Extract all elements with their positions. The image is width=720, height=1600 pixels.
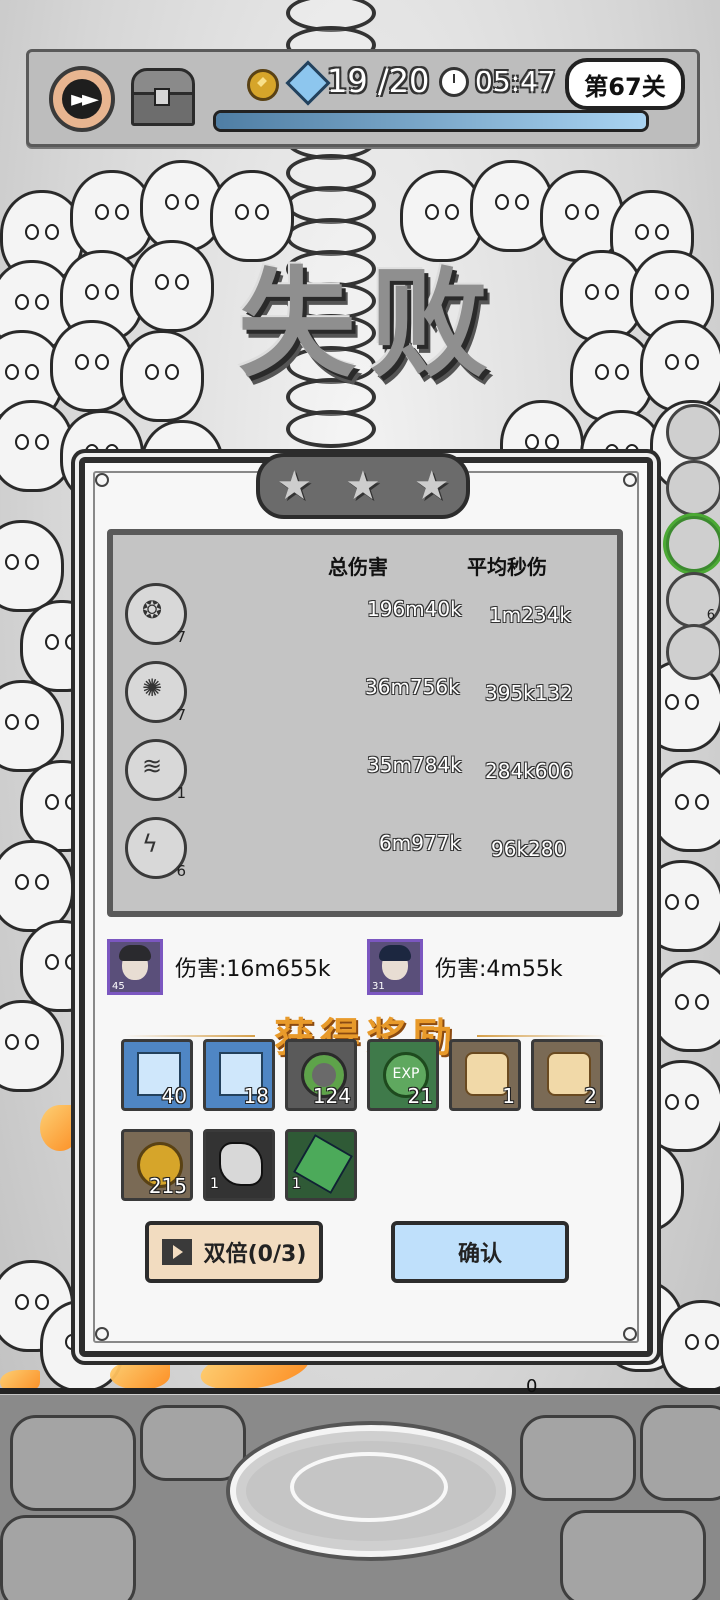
flame-effect (110, 1360, 170, 1390)
reward-quantity: 215 (148, 1174, 187, 1198)
wave-progress-bar (213, 110, 649, 132)
hero-damage-text: 伤害:4m55k (435, 957, 563, 982)
lightning-skill-icon[interactable]: 6 (666, 572, 720, 628)
hero-damage-2: 31 伤害:4m55k (367, 939, 563, 995)
total-damage-value: 36m756k (365, 675, 460, 699)
spider-enemy (650, 760, 720, 852)
drop-skill-icon: ❂ 7 (125, 583, 187, 646)
crystal-skill-icon: ✺ 7 (125, 661, 187, 724)
treasure-chest-button[interactable] (129, 68, 195, 126)
energy-counter: 19 /20 (327, 62, 430, 100)
drop-skill-icon[interactable] (666, 404, 720, 460)
avg-dps-value: 96k280 (491, 837, 567, 861)
reward-item[interactable]: 40 (121, 1039, 193, 1111)
fast-forward-icon: ►► (62, 79, 102, 119)
reward-item[interactable]: EXP 21 (367, 1039, 439, 1111)
defense-line-counter: 0 (526, 1376, 538, 1397)
avg-dps-value: 284k606 (485, 759, 573, 783)
spider-enemy (640, 320, 720, 412)
coin-icon (247, 69, 279, 101)
reward-quantity: 1 (292, 1176, 301, 1192)
reward-item[interactable]: 2 (531, 1039, 603, 1111)
avg-dps-value: 395k132 (485, 681, 573, 705)
spawn-portal-ring (290, 1452, 448, 1522)
reward-quantity: 21 (407, 1084, 433, 1108)
star-icon: ★ (345, 463, 381, 509)
spider-enemy (0, 1000, 64, 1092)
defense-line (0, 1388, 720, 1394)
timer: 05:47 (475, 65, 556, 98)
spider-enemy (0, 840, 74, 932)
total-damage-header: 总伤害 (328, 555, 388, 579)
result-dialog: ★ ★ ★ 总伤害 平均秒伤 ❂ 7 196m40k 1m234k ✺ 7 36m7… (79, 453, 653, 1357)
wave-progress-fill (216, 113, 646, 129)
confirm-button[interactable]: 确认 (391, 1221, 569, 1283)
reward-item[interactable]: 1 (285, 1129, 357, 1201)
reward-quantity: 1 (502, 1084, 515, 1108)
level-badge: 第67关 (565, 58, 685, 110)
star-icon: ★ (276, 463, 313, 509)
double-reward-button[interactable]: 双倍(0/3) (145, 1221, 323, 1283)
star-rating: ★ ★ ★ (256, 453, 470, 519)
crystal-skill-icon[interactable] (666, 460, 720, 516)
defeat-banner: 失败 (237, 253, 502, 393)
spring-skill-icon[interactable] (666, 516, 720, 572)
reward-quantity: 18 (243, 1084, 269, 1108)
hero-damage-1: 45 伤害:16m655k (107, 939, 331, 995)
hero-damage-text: 伤害:16m655k (175, 957, 331, 982)
spider-enemy (0, 520, 64, 612)
video-icon (161, 1239, 192, 1265)
stone-ore-icon (219, 1142, 263, 1186)
spider-enemy (650, 960, 720, 1052)
hero-portrait: 31 (367, 939, 423, 995)
spider-enemy (0, 680, 64, 772)
avg-dps-value: 1m234k (489, 603, 571, 627)
top-hud: ►► 19 /20 05:47 第67关 (26, 49, 700, 147)
fast-forward-button[interactable]: ►► (49, 66, 115, 132)
star-icon: ★ (413, 463, 450, 509)
reward-quantity: 124 (312, 1084, 351, 1108)
empty-slot-icon[interactable] (666, 624, 720, 680)
green-crystal-icon (292, 1133, 354, 1195)
total-damage-value: 6m977k (379, 831, 461, 855)
reward-item[interactable]: 1 (449, 1039, 521, 1111)
clock-icon (439, 67, 469, 97)
reward-item[interactable]: 124 (285, 1039, 357, 1111)
reward-quantity: 2 (584, 1084, 597, 1108)
reward-item[interactable]: 18 (203, 1039, 275, 1111)
lightning-skill-icon: ϟ6 (125, 817, 187, 880)
reward-item[interactable]: 215 (121, 1129, 193, 1201)
reward-quantity: 40 (161, 1084, 187, 1108)
hero-portrait: 45 (107, 939, 163, 995)
damage-stats-panel: 总伤害 平均秒伤 ❂ 7 196m40k 1m234k ✺ 7 36m756k 39… (107, 529, 623, 917)
reward-item[interactable]: 1 (203, 1129, 275, 1201)
total-damage-value: 196m40k (367, 597, 462, 621)
avg-dps-header: 平均秒伤 (467, 555, 547, 579)
total-damage-value: 35m784k (367, 753, 462, 777)
blue-gem-icon (285, 60, 331, 106)
spring-skill-icon: ≋ 1 (125, 739, 187, 802)
flame-effect (40, 1105, 80, 1151)
reward-quantity: 1 (210, 1176, 219, 1192)
